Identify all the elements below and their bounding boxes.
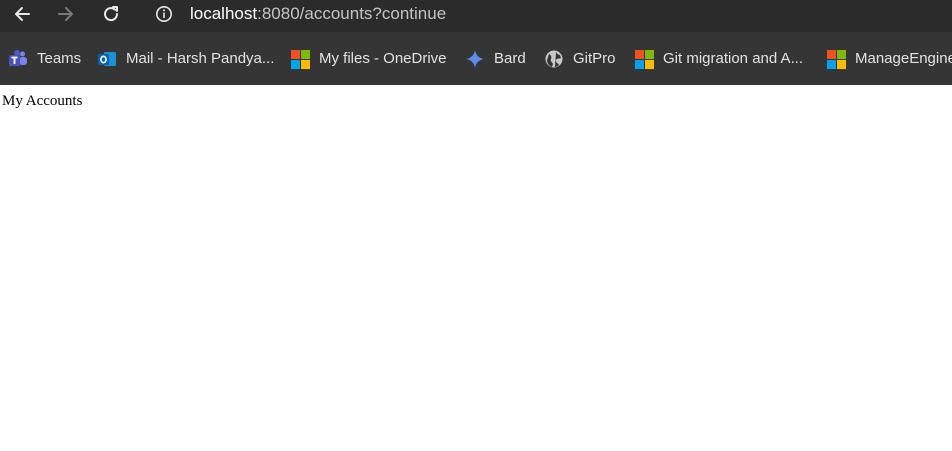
site-info-icon[interactable] (155, 5, 173, 23)
microsoft-icon (634, 49, 654, 69)
browser-toolbar: localhost:8080/accounts?continue (0, 0, 952, 32)
bookmark-teams[interactable]: Teams (8, 48, 81, 70)
reload-button[interactable] (95, 0, 127, 28)
bookmark-manageengine[interactable]: ManageEngine (826, 48, 952, 70)
bookmark-label: Mail - Harsh Pandya... (126, 50, 275, 67)
bookmark-label: GitPro (573, 50, 616, 67)
reload-icon (104, 6, 119, 22)
globe-icon (544, 49, 564, 69)
teams-icon (8, 49, 28, 69)
bookmark-mail[interactable]: Mail - Harsh Pandya... (97, 48, 274, 70)
bookmark-label: ManageEngine (855, 50, 952, 67)
bard-icon (465, 49, 485, 69)
bookmark-label: Git migration and A... (663, 50, 804, 67)
page-content: My Accounts (0, 85, 952, 118)
bookmark-onedrive[interactable]: My files - OneDrive (290, 48, 447, 70)
bookmark-label: Bard (494, 50, 526, 67)
address-bar[interactable]: localhost:8080/accounts?continue (190, 3, 446, 25)
forward-button[interactable] (50, 0, 82, 28)
outlook-icon (97, 49, 117, 69)
back-arrow-icon (15, 7, 30, 21)
bookmark-bard[interactable]: Bard (465, 48, 526, 70)
page-title: My Accounts (2, 93, 83, 109)
microsoft-icon (826, 49, 846, 69)
microsoft-icon (290, 49, 310, 69)
bookmark-gitpro[interactable]: GitPro (544, 48, 616, 70)
forward-arrow-icon (58, 7, 73, 21)
bookmarks-bar: Teams Mail - Harsh Pandya... My files - … (0, 32, 952, 85)
back-button[interactable] (6, 0, 38, 28)
bookmark-git-migration[interactable]: Git migration and A... (634, 48, 803, 70)
url-path: :8080/accounts?continue (257, 4, 447, 23)
bookmark-label: Teams (37, 50, 82, 67)
url-host: localhost (190, 4, 258, 23)
bookmark-label: My files - OneDrive (319, 50, 447, 67)
